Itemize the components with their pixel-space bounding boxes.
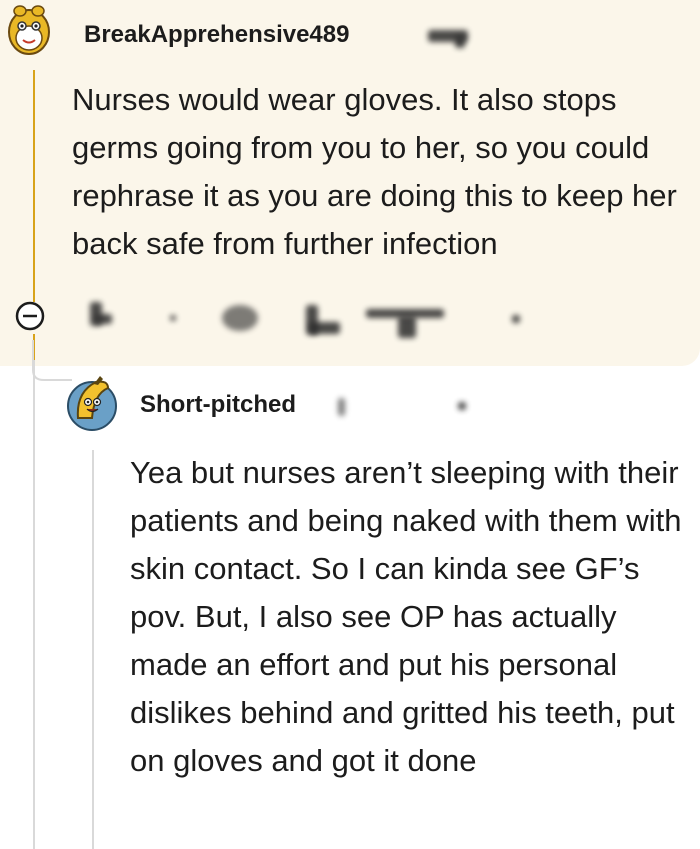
parent-thread-line[interactable] [33, 70, 35, 302]
redacted-more-action[interactable] [512, 315, 520, 323]
parent-avatar-icon[interactable] [6, 4, 52, 56]
redacted-award-action[interactable] [222, 305, 258, 331]
root-thread-line[interactable] [33, 360, 35, 849]
redacted-dot [170, 315, 176, 321]
parent-comment-body: Nurses would wear gloves. It also stops … [72, 82, 677, 261]
reply-thread-line[interactable] [92, 450, 94, 849]
redacted-reply-action[interactable] [310, 322, 340, 334]
redacted-share-action[interactable] [398, 316, 416, 338]
redacted-metadata [458, 402, 466, 410]
redacted-metadata [338, 398, 345, 416]
redacted-metadata [455, 36, 465, 48]
reply-comment-body: Yea but nurses aren’t sleeping with thei… [130, 455, 682, 778]
parent-username[interactable]: BreakApprehensive489 [84, 21, 349, 49]
banana-avatar-icon[interactable] [66, 372, 118, 434]
reply-username[interactable]: Short-pitched [140, 391, 296, 419]
collapse-minus-icon[interactable] [14, 300, 46, 332]
redacted-upvote-action[interactable] [96, 314, 112, 324]
